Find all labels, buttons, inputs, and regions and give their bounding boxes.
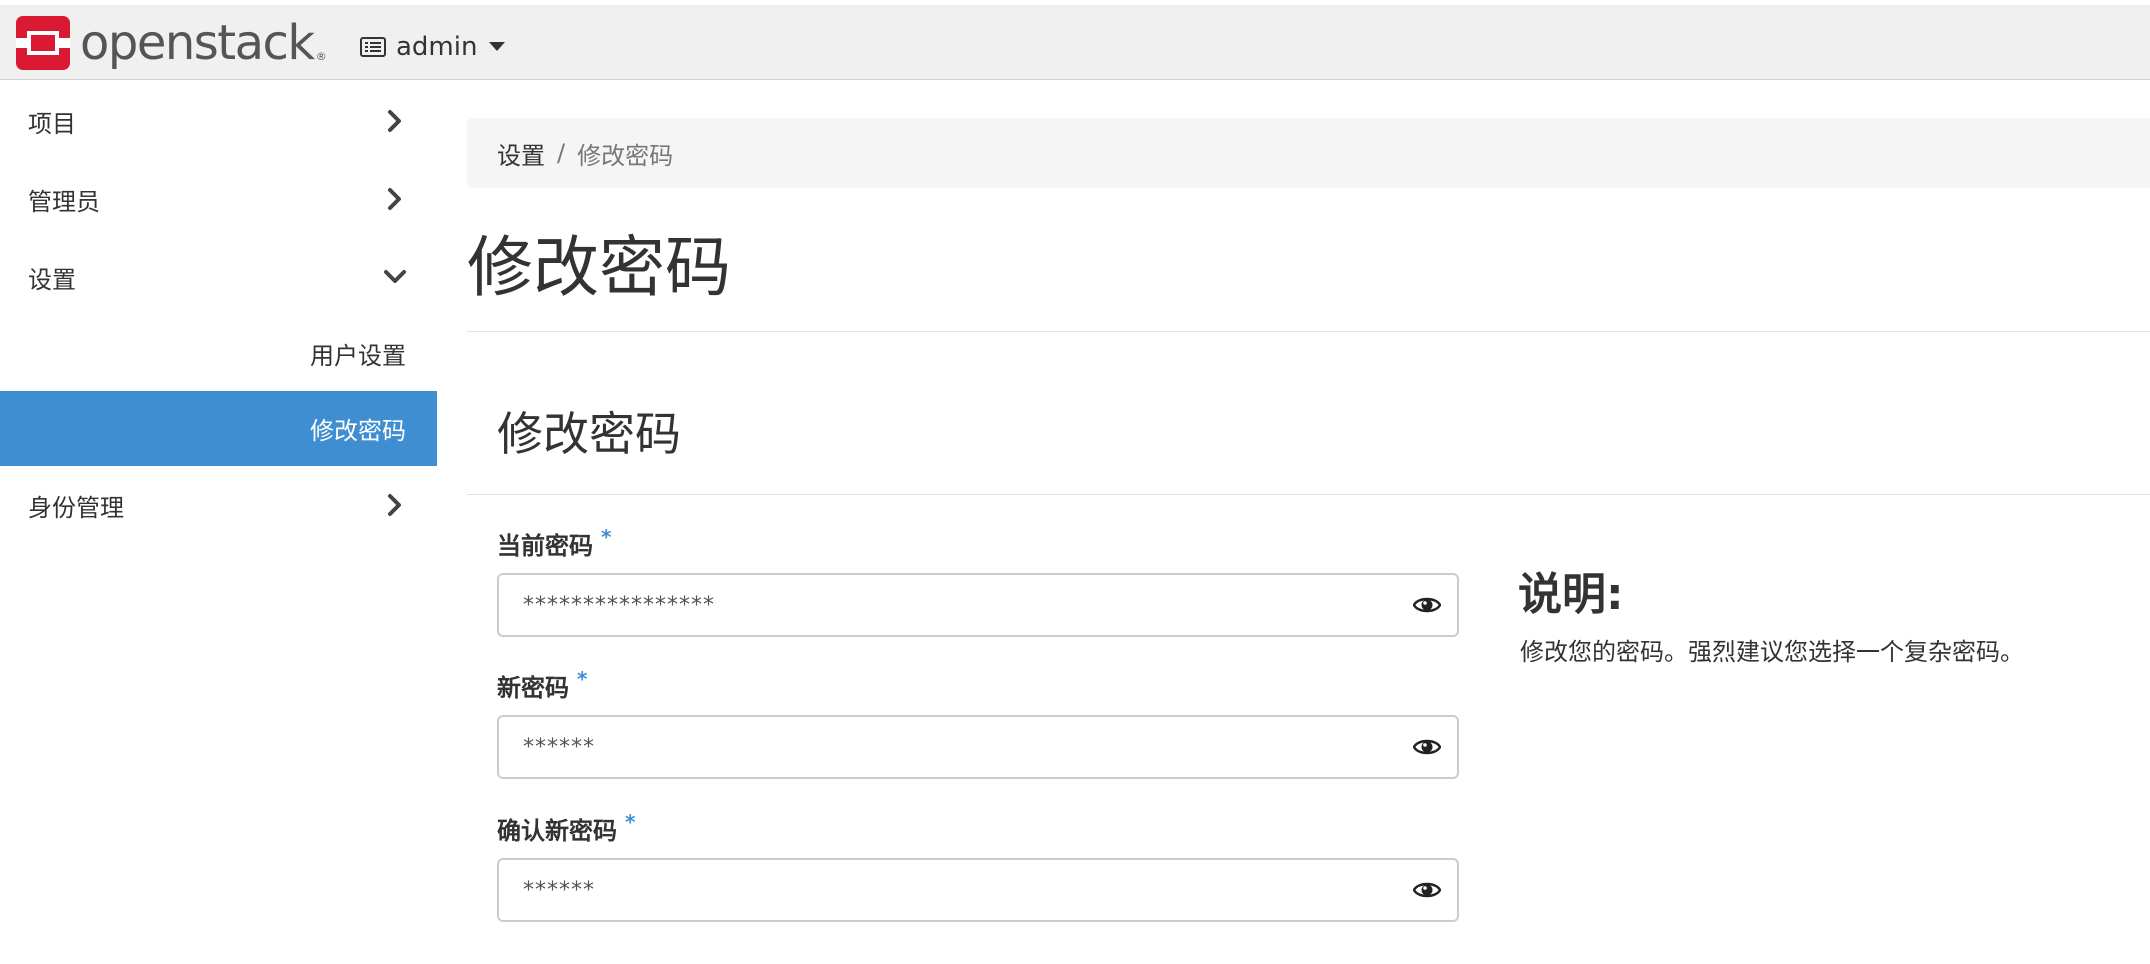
sidebar-subitem-label: 修改密码 xyxy=(310,417,406,445)
form-header-divider xyxy=(467,494,2150,495)
logo-registered-mark: ® xyxy=(315,49,327,63)
confirm-password-field xyxy=(497,858,1459,922)
breadcrumb-item-settings[interactable]: 设置 xyxy=(497,136,545,171)
openstack-logo-icon xyxy=(16,16,70,70)
chevron-right-icon xyxy=(388,188,401,210)
help-title: 说明: xyxy=(1518,569,1624,620)
page-header-divider xyxy=(467,331,2150,332)
current-password-field xyxy=(497,573,1459,637)
list-icon xyxy=(360,37,386,57)
eye-icon[interactable] xyxy=(1413,592,1441,618)
breadcrumb-separator: / xyxy=(557,139,566,167)
openstack-logo[interactable]: openstack ® xyxy=(16,15,327,71)
project-selector-dropdown[interactable]: admin xyxy=(360,25,506,69)
sidebar-nav: 项目 管理员 设置 用户设置 修改密码 身份管理 xyxy=(0,82,437,544)
sidebar-item-label: 管理员 xyxy=(28,187,100,216)
breadcrumb-item-current: 修改密码 xyxy=(577,141,674,170)
sidebar-subitem-change-password[interactable]: 修改密码 xyxy=(0,391,437,466)
confirm-password-input[interactable] xyxy=(499,860,1379,920)
sidebar-item-label: 项目 xyxy=(28,109,76,138)
confirm-password-label-text: 确认新密码 xyxy=(497,817,617,845)
sidebar-subitem-user-settings[interactable]: 用户设置 xyxy=(0,316,437,391)
eye-icon[interactable] xyxy=(1413,734,1441,760)
sidebar-item-project[interactable]: 项目 xyxy=(0,82,437,160)
sidebar-item-settings[interactable]: 设置 xyxy=(0,238,437,316)
confirm-password-label: 确认新密码 * xyxy=(497,810,636,846)
required-marker: * xyxy=(601,525,612,549)
top-navbar: openstack ® admin xyxy=(0,5,2150,80)
new-password-field xyxy=(497,715,1459,779)
new-password-label-text: 新密码 xyxy=(497,674,569,702)
sidebar-item-label: 设置 xyxy=(28,265,76,294)
sidebar-subitem-label: 用户设置 xyxy=(310,342,406,370)
project-selector-label: admin xyxy=(396,32,478,62)
eye-icon[interactable] xyxy=(1413,877,1441,903)
form-title: 修改密码 xyxy=(497,407,681,461)
current-password-input[interactable] xyxy=(499,575,1379,635)
logo-wordmark: openstack xyxy=(80,15,315,71)
sidebar-item-admin[interactable]: 管理员 xyxy=(0,160,437,238)
page-title: 修改密码 xyxy=(467,229,731,306)
new-password-input[interactable] xyxy=(499,717,1379,777)
current-password-label-text: 当前密码 xyxy=(497,532,593,560)
required-marker: * xyxy=(577,667,588,691)
chevron-right-icon xyxy=(388,110,401,132)
current-password-label: 当前密码 * xyxy=(497,525,612,561)
new-password-label: 新密码 * xyxy=(497,667,588,703)
help-description: 修改您的密码。强烈建议您选择一个复杂密码。 xyxy=(1520,638,2024,666)
chevron-right-icon xyxy=(388,494,401,516)
breadcrumb: 设置 / 修改密码 xyxy=(467,118,2150,188)
chevron-down-icon xyxy=(384,270,406,283)
required-marker: * xyxy=(625,810,636,834)
sidebar-item-label: 身份管理 xyxy=(28,493,124,522)
sidebar-item-identity[interactable]: 身份管理 xyxy=(0,466,437,544)
caret-down-icon xyxy=(489,42,506,51)
